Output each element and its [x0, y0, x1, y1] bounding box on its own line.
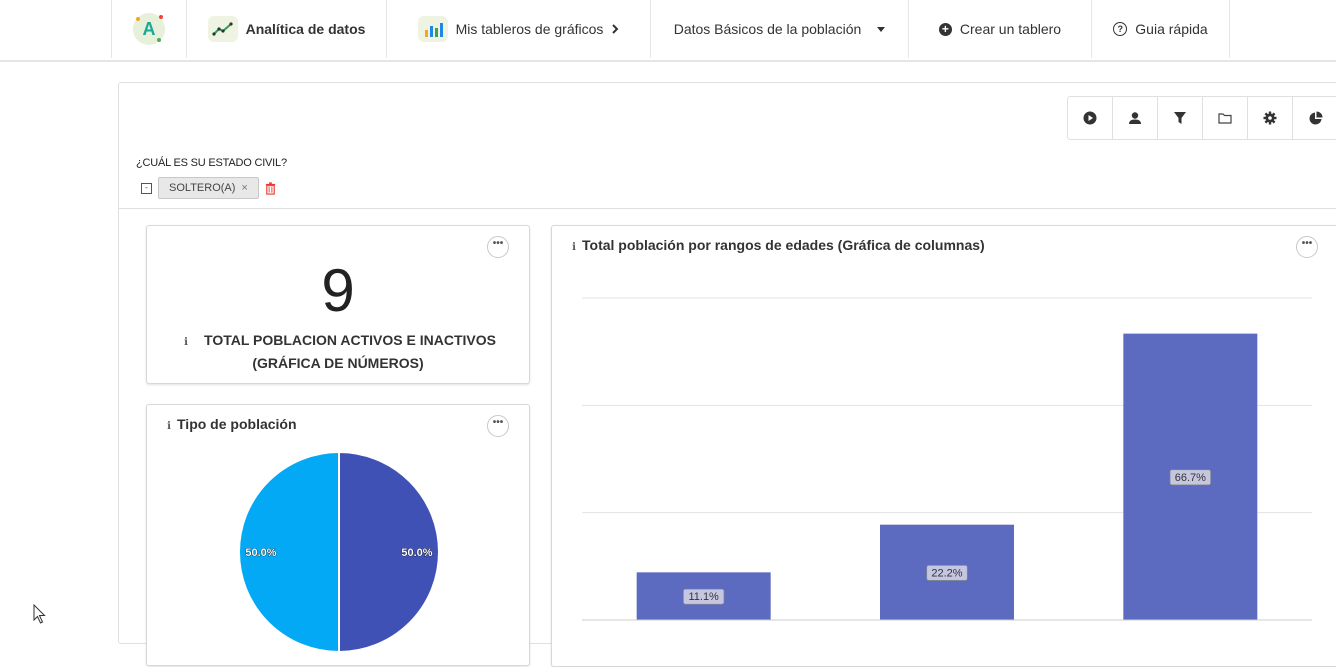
settings-button[interactable] — [1248, 97, 1293, 139]
filter-icon — [1174, 112, 1186, 124]
bar-data-label: 22.2% — [931, 567, 962, 579]
filter-chip-label: SOLTERO(A) — [169, 182, 236, 194]
bar-card: i Total población por rangos de edades (G… — [551, 225, 1336, 667]
chart-type-button[interactable] — [1293, 97, 1336, 139]
dashboard-toolbar — [1067, 96, 1336, 140]
caret-down-icon — [877, 26, 886, 32]
nav-mis-tableros[interactable]: Mis tableros de gráficos — [387, 0, 651, 58]
pie-title-text: Tipo de población — [177, 416, 297, 432]
info-icon[interactable]: i — [163, 421, 175, 432]
nav-analitica[interactable]: Analítica de datos — [187, 0, 387, 58]
logo-letter: A — [142, 18, 156, 39]
chevron-right-icon — [612, 24, 619, 34]
chip-remove-icon[interactable]: × — [241, 178, 247, 198]
nav-mis-tableros-label: Mis tableros de gráficos — [455, 21, 604, 37]
top-navbar: A Analítica de datos Mis tableros de grá… — [0, 0, 1336, 62]
more-options-icon[interactable]: ••• — [487, 415, 509, 437]
info-icon[interactable]: i — [180, 333, 192, 353]
nav-analitica-label: Analítica de datos — [245, 21, 366, 37]
pie-data-label: 50.0% — [401, 547, 432, 559]
logo-icon: A — [133, 13, 165, 45]
trash-icon[interactable] — [265, 181, 276, 195]
dashboard-select[interactable]: Datos Básicos de la población — [651, 0, 909, 58]
play-button[interactable] — [1068, 97, 1113, 139]
filter-button[interactable] — [1158, 97, 1203, 139]
pie-chart-icon — [1309, 111, 1322, 125]
dashboard-select-label: Datos Básicos de la población — [673, 21, 862, 37]
create-dashboard-button[interactable]: + Crear un tablero — [909, 0, 1092, 58]
collapse-icon[interactable]: - — [141, 182, 152, 194]
number-caption: i TOTAL POBLACION ACTIVOS E INACTIVOS (GR… — [147, 330, 529, 373]
user-button[interactable] — [1113, 97, 1158, 139]
more-options-icon[interactable]: ••• — [487, 236, 509, 258]
pie-data-label: 50.0% — [245, 547, 276, 559]
folder-button[interactable] — [1203, 97, 1248, 139]
filter-row: - SOLTERO(A) × — [141, 177, 276, 199]
app-logo[interactable]: A — [111, 0, 187, 58]
filter-chip[interactable]: SOLTERO(A) × — [158, 177, 259, 199]
question-icon: ? — [1113, 22, 1128, 36]
mouse-cursor-icon — [33, 604, 46, 624]
number-card: ••• 9 i TOTAL POBLACION ACTIVOS E INACTIV… — [146, 225, 530, 384]
create-dashboard-label: Crear un tablero — [959, 21, 1062, 37]
bar-data-label: 11.1% — [688, 591, 719, 603]
divider — [119, 208, 1336, 209]
play-icon — [1083, 111, 1097, 125]
bar-chart-icon — [417, 16, 448, 42]
quick-guide-label: Guia rápida — [1135, 21, 1208, 37]
dashboard-panel: ¿CUÁL ES SU ESTADO CIVIL? - SOLTERO(A) ×… — [118, 82, 1336, 667]
number-caption-line2: (GRÁFICA DE NÚMEROS) — [252, 355, 424, 371]
user-icon — [1129, 112, 1141, 124]
gear-icon — [1263, 111, 1277, 125]
quick-guide-button[interactable]: ? Guia rápida — [1092, 0, 1230, 58]
filter-question: ¿CUÁL ES SU ESTADO CIVIL? — [136, 157, 287, 169]
folder-icon — [1218, 113, 1232, 124]
line-chart-icon — [207, 16, 238, 42]
pie-chart: 50.0% 50.0% — [238, 452, 440, 652]
bar-data-label: 66.7% — [1175, 472, 1206, 484]
plus-circle-icon: + — [938, 22, 952, 36]
bar-chart: 11.1% 22.2% 66.7% — [582, 297, 1312, 621]
number-caption-line1: TOTAL POBLACION ACTIVOS E INACTIVOS — [204, 332, 496, 348]
big-number-value: 9 — [321, 257, 355, 324]
pie-card: i Tipo de población ••• 50.0% 50.0% — [146, 404, 530, 666]
pie-card-title: i Tipo de población — [163, 416, 297, 432]
